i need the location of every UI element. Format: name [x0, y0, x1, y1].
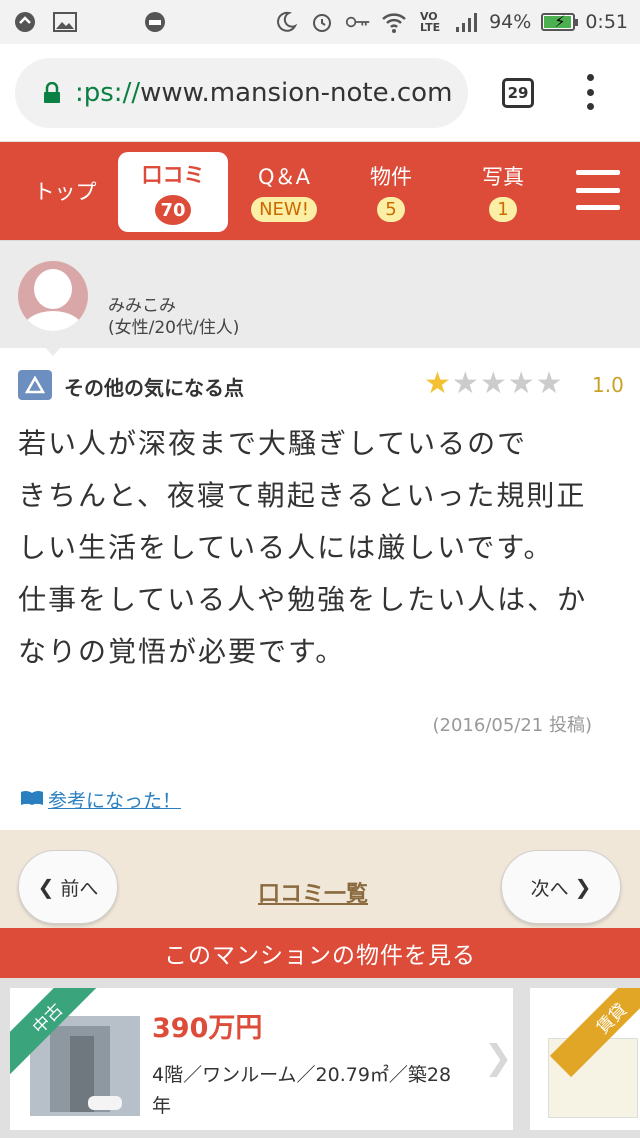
- review-date: (2016/05/21 投稿): [432, 715, 592, 736]
- status-bar: VO LTE 94% ⚡ 0:51: [0, 0, 640, 44]
- photos-count-badge: 1: [489, 196, 517, 222]
- review-line: なりの覚悟が必要です。: [18, 635, 346, 668]
- speech-tail: [44, 346, 62, 356]
- property-card[interactable]: 中古 390万円 4階／ワンルーム／20.79㎡／築28年 ❯: [10, 988, 513, 1130]
- battery-icon: ⚡: [541, 12, 579, 31]
- nav-properties[interactable]: 物件 5: [356, 142, 426, 240]
- wifi-icon: [381, 10, 407, 34]
- site-nav: トップ 口コミ 70 Q＆A NEW! 物件 5 写真 1: [0, 142, 640, 240]
- key-icon: [345, 10, 371, 34]
- battery-percent: 94%: [489, 11, 532, 33]
- review-line: しい生活をしている人には厳しいです。: [18, 531, 554, 564]
- review-body: 若い人が深夜まで大騒ぎしているのできちんと、夜寝て朝起きるといった規則正 しい生活…: [18, 418, 628, 678]
- reviewer-meta: (女性/20代/住人): [108, 318, 240, 338]
- browser-toolbar: :ps://www.mansion-note.com 29: [0, 44, 640, 142]
- property-price: 390万円: [152, 1013, 263, 1044]
- review-pagination: ❮ 前へ 口コミ一覧 次へ ❯: [0, 830, 640, 928]
- browser-menu-button[interactable]: [580, 74, 600, 110]
- review-list-link[interactable]: 口コミ一覧: [258, 876, 368, 908]
- reviews-count-badge: 70: [155, 195, 191, 225]
- nav-photos[interactable]: 写真 1: [468, 142, 538, 240]
- star-icon: ★: [479, 366, 507, 401]
- book-icon: [20, 789, 44, 811]
- nav-top[interactable]: トップ: [30, 142, 100, 240]
- nav-reviews[interactable]: 口コミ 70: [118, 152, 228, 232]
- properties-banner[interactable]: このマンションの物件を見る: [0, 928, 640, 978]
- headset-icon: [142, 10, 168, 34]
- chevron-right-icon: ❯: [574, 875, 592, 899]
- helpful-link[interactable]: 参考になった！: [20, 786, 181, 813]
- lock-icon: [43, 81, 61, 104]
- avatar: [18, 261, 88, 331]
- reviewer-header: みみこみ (女性/20代/住人): [0, 240, 640, 348]
- moon-icon: [273, 10, 299, 34]
- review-category: その他の気になる点: [64, 376, 244, 400]
- tab-switcher-button[interactable]: 29: [502, 78, 534, 108]
- nav-qa[interactable]: Q＆A NEW!: [244, 142, 324, 240]
- image-icon: [52, 10, 78, 34]
- review-line: 若い人が深夜まで大騒ぎしているので: [18, 427, 528, 460]
- clock: 0:51: [585, 11, 628, 33]
- property-carousel: 中古 390万円 4階／ワンルーム／20.79㎡／築28年 ❯ 賃貸: [0, 978, 640, 1138]
- alarm-icon: [309, 10, 335, 34]
- volte-icon: VO LTE: [419, 10, 441, 34]
- star-rating: ★ ★ ★ ★ ★: [424, 366, 563, 401]
- chevron-left-icon: ❮: [37, 875, 55, 899]
- star-icon: ★: [535, 366, 563, 401]
- star-icon: ★: [507, 366, 535, 401]
- warning-triangle-icon: [18, 370, 52, 400]
- properties-count-badge: 5: [377, 196, 405, 222]
- chevron-right-icon: ❯: [484, 1038, 513, 1078]
- url-bar[interactable]: :ps://www.mansion-note.com: [15, 58, 468, 128]
- signal-icon: [453, 10, 479, 34]
- review-line: きちんと、夜寝て朝起きるといった規則正: [18, 479, 587, 512]
- hamburger-menu-icon[interactable]: [576, 170, 620, 210]
- star-icon: ★: [451, 366, 479, 401]
- next-button[interactable]: 次へ ❯: [501, 850, 621, 924]
- sync-icon: [12, 10, 38, 34]
- property-card[interactable]: 賃貸: [530, 988, 640, 1130]
- qa-new-badge: NEW!: [251, 196, 317, 222]
- url-text: :ps://www.mansion-note.com: [75, 78, 453, 108]
- star-icon: ★: [424, 366, 451, 401]
- rating-score: 1.0: [592, 373, 624, 397]
- review-line: 仕事をしている人や勉強をしたい人は、か: [18, 583, 588, 616]
- property-desc: 4階／ワンルーム／20.79㎡／築28年: [152, 1064, 452, 1117]
- prev-button[interactable]: ❮ 前へ: [18, 850, 118, 924]
